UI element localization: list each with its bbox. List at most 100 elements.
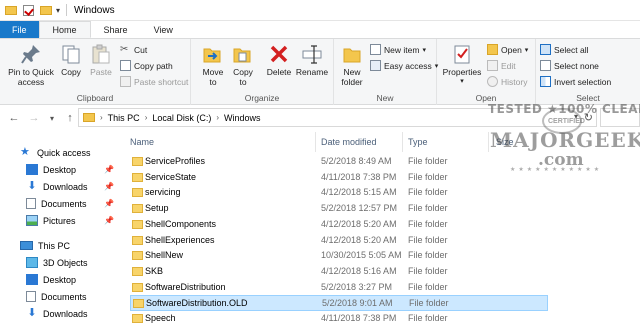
table-row[interactable]: ShellComponents 4/12/2018 5:20 AM File fol… (130, 217, 548, 233)
column-header-type[interactable]: Type (408, 132, 428, 152)
file-name: Setup (145, 203, 169, 214)
window-title: Windows (74, 4, 115, 16)
edit-button[interactable]: Edit (487, 60, 516, 71)
pin-icon[interactable]: 📌 (104, 165, 114, 174)
computer-icon (20, 241, 33, 250)
folder-icon (132, 219, 143, 229)
column-separator[interactable] (315, 132, 316, 152)
nav-item-downloads[interactable]: ⬇ Downloads 📌 (26, 178, 122, 195)
folder-icon (132, 172, 143, 182)
file-type: File folder (408, 203, 448, 214)
open-icon (487, 44, 498, 55)
pin-icon[interactable]: 📌 (104, 216, 114, 225)
pin-to-quick-access-button[interactable]: Pin to Quick access (6, 43, 56, 87)
invert-selection-icon (540, 76, 551, 87)
copy-path-button[interactable]: Copy path (120, 60, 173, 71)
star-icon: ★ (20, 146, 30, 158)
new-item-button[interactable]: New item ▾ (370, 44, 426, 55)
copy-button[interactable]: Copy (58, 43, 84, 77)
folder-icon (133, 299, 144, 309)
rename-label: Rename (295, 67, 329, 77)
select-none-button[interactable]: Select none (540, 60, 599, 71)
paste-button[interactable]: Paste (88, 43, 114, 77)
copy-path-icon (120, 60, 131, 71)
tab-file[interactable]: File (0, 21, 39, 38)
table-row-selected[interactable]: SoftwareDistribution.OLD 5/2/2018 9:01 AM… (130, 295, 548, 312)
table-row[interactable]: ShellExperiences 4/12/2018 5:20 AM File fo… (130, 233, 548, 249)
folder-icon (132, 157, 143, 166)
table-row[interactable]: ShellNew 10/30/2015 5:05 AM File folder (130, 248, 548, 264)
easy-access-icon (370, 60, 381, 71)
move-to-button[interactable]: Move to (199, 43, 227, 87)
column-header-date[interactable]: Date modified (321, 132, 377, 152)
clipboard-group: Pin to Quick access Copy Paste ✂ Cut Cop… (0, 39, 191, 105)
watermark-seal-text: CERTIFIED (548, 118, 585, 125)
history-label: History (501, 76, 528, 87)
file-type: File folder (409, 298, 449, 309)
up-arrow-icon[interactable]: ↑ (62, 112, 78, 124)
open-button[interactable]: Open ▾ (487, 44, 528, 55)
column-header-name[interactable]: Name (130, 132, 154, 152)
delete-button[interactable]: Delete (263, 43, 295, 77)
invert-selection-button[interactable]: Invert selection (540, 76, 611, 87)
invert-selection-label: Invert selection (554, 76, 612, 87)
nav-item-desktop-pc[interactable]: Desktop (26, 271, 122, 288)
nav-item-downloads-pc[interactable]: ⬇ Downloads (26, 305, 122, 322)
nav-item-documents[interactable]: Documents 📌 (26, 195, 122, 212)
copy-path-label: Copy path (134, 60, 173, 71)
open-chevron-icon: ▾ (524, 46, 529, 54)
desktop-icon (26, 274, 38, 285)
table-row[interactable]: SoftwareDistribution 5/2/2018 3:27 PM File… (130, 280, 548, 296)
table-row[interactable]: Setup 5/2/2018 12:57 PM File folder (130, 201, 548, 217)
customize-toolbar-chevron-icon[interactable]: ▾ (56, 6, 60, 15)
file-date: 4/11/2018 7:38 PM (321, 171, 397, 182)
cut-button[interactable]: ✂ Cut (120, 44, 147, 55)
clipboard-group-label: Clipboard (76, 93, 114, 103)
breadcrumb-this-pc[interactable]: This PC (108, 113, 140, 123)
select-all-button[interactable]: Select all (540, 44, 589, 55)
properties-quick-icon[interactable] (23, 4, 34, 16)
table-row[interactable]: Speech 4/11/2018 7:38 PM File folder (130, 311, 548, 327)
tab-view[interactable]: View (141, 21, 186, 38)
file-type: File folder (408, 156, 448, 166)
folder-icon (132, 204, 143, 214)
select-all-label: Select all (554, 44, 589, 55)
nav-item-desktop[interactable]: Desktop 📌 (26, 161, 122, 178)
majorgeeks-watermark: TESTED ★100% CLEAN CERTIFIED MAJORGEEKS … (484, 98, 640, 184)
pin-icon[interactable]: 📌 (104, 182, 114, 191)
properties-button[interactable]: Properties ▾ (441, 43, 483, 87)
tab-home[interactable]: Home (38, 21, 91, 38)
column-separator[interactable] (402, 132, 403, 152)
watermark-stars: ★★★★★★★★★★★ (510, 167, 603, 173)
easy-access-button[interactable]: Easy access ▾ (370, 60, 438, 71)
nav-item-documents-pc[interactable]: Documents (26, 288, 122, 305)
title-separator (66, 4, 68, 16)
breadcrumb-separator-icon[interactable]: › (100, 113, 103, 122)
recent-locations-chevron-icon[interactable]: ▾ (44, 114, 60, 123)
nav-item-pictures[interactable]: Pictures 📌 (26, 212, 122, 229)
file-type: File folder (408, 313, 448, 323)
breadcrumb-separator-icon[interactable]: › (145, 113, 148, 122)
breadcrumb-separator-icon[interactable]: › (216, 113, 219, 122)
breadcrumb-local-disk[interactable]: Local Disk (C:) (152, 113, 211, 123)
pin-icon[interactable]: 📌 (104, 199, 114, 208)
tab-share[interactable]: Share (91, 21, 141, 38)
new-folder-button[interactable]: New folder (338, 43, 366, 87)
table-row[interactable]: SKB 4/12/2018 5:16 AM File folder (130, 264, 548, 280)
table-row[interactable]: servicing 4/12/2018 5:15 AM File folder (130, 185, 548, 201)
rename-icon (302, 45, 322, 64)
rename-button[interactable]: Rename (295, 43, 329, 77)
open-label: Open (501, 44, 522, 55)
back-arrow-icon[interactable]: ← (6, 112, 22, 124)
watermark-brand-text: MAJORGEEKS (490, 128, 640, 152)
paste-shortcut-button[interactable]: Paste shortcut (120, 76, 188, 87)
new-folder-quick-icon[interactable] (40, 5, 52, 15)
new-item-chevron-icon: ▾ (422, 46, 426, 54)
nav-item-3d-objects[interactable]: 3D Objects (26, 254, 122, 271)
breadcrumb-windows[interactable]: Windows (224, 113, 261, 123)
history-button[interactable]: History (487, 76, 527, 87)
nav-item-label: Desktop (43, 164, 77, 175)
copy-to-button[interactable]: Copy to (229, 43, 257, 87)
new-item-label: New item (384, 44, 420, 55)
forward-arrow-icon[interactable]: → (26, 112, 42, 124)
